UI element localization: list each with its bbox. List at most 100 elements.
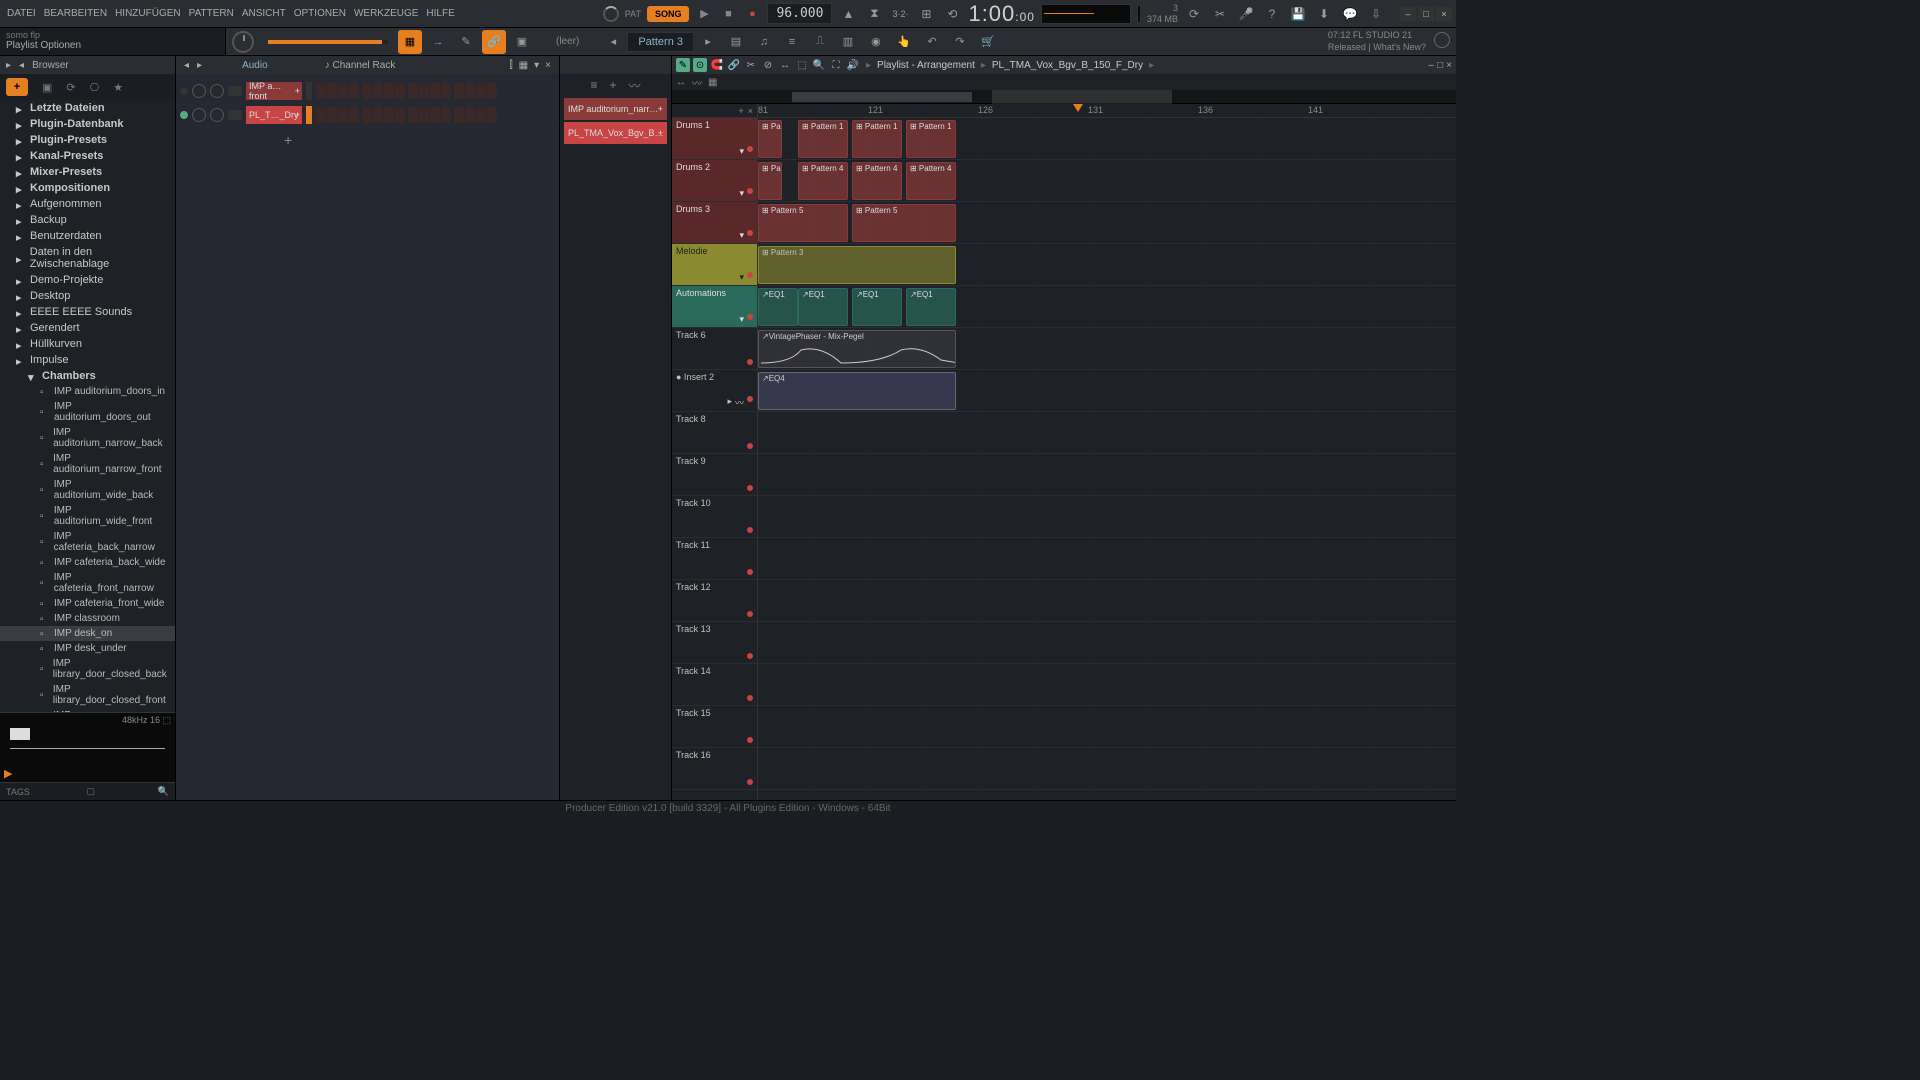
tree-folder[interactable]: ▸ Impulse [0, 352, 175, 368]
cr-menu-icon[interactable]: ▾ [534, 60, 539, 71]
tree-file[interactable]: ▫ IMP auditorium_narrow_front [0, 451, 175, 477]
tree-file[interactable]: ▫ IMP auditorium_narrow_back [0, 425, 175, 451]
track-lane[interactable]: ⊞ Pa..n 4⊞ Pattern 4⊞ Pattern 4⊞ Pattern… [758, 160, 1456, 202]
time-display[interactable]: 1:00:00 [968, 1, 1035, 27]
channel-led[interactable] [180, 87, 188, 95]
clip[interactable]: ⊞ Pattern 4 [798, 162, 848, 200]
clip[interactable]: ↗EQ1 [852, 288, 902, 326]
channel-name[interactable]: IMP a…front+ [246, 82, 302, 100]
tempo-tap-icon[interactable]: 👆 [892, 30, 916, 54]
midi-icon[interactable]: ▣ [510, 30, 534, 54]
tree-file[interactable]: ▫ IMP auditorium_wide_front [0, 503, 175, 529]
close-button[interactable]: × [1436, 7, 1452, 21]
prev-pattern-icon[interactable]: ◂ [601, 30, 625, 54]
countdown-icon[interactable]: 3·2· [890, 4, 910, 24]
tree-file[interactable]: ▫ IMP auditorium_wide_back [0, 477, 175, 503]
pl-zoom-icon[interactable]: 🔍 [812, 58, 826, 72]
overdub-icon[interactable]: ⊞ [916, 4, 936, 24]
tree-file[interactable]: ▫ IMP cafeteria_front_wide [0, 596, 175, 611]
track-lane[interactable]: ⊞ Pa..n 1⊞ Pattern 1⊞ Pattern 1⊞ Pattern… [758, 118, 1456, 160]
play-button[interactable]: ▶ [695, 5, 713, 23]
view-playlist-button[interactable]: ▦ [398, 30, 422, 54]
step-sequencer[interactable] [316, 83, 499, 99]
tree-folder[interactable]: ▸ Kanal-Presets [0, 148, 175, 164]
tools-icon[interactable]: ✂ [1210, 4, 1230, 24]
piano-roll-icon[interactable]: ♫ [752, 30, 776, 54]
stop-button[interactable]: ■ [719, 5, 737, 23]
track-header[interactable]: Track 8 [672, 412, 757, 454]
main-volume-knob[interactable] [232, 31, 254, 53]
tree-folder[interactable]: ▸ EEEE EEEE Sounds [0, 304, 175, 320]
clip[interactable]: ⊞ Pa..n 4 [758, 162, 782, 200]
download-icon[interactable]: ⇩ [1366, 4, 1386, 24]
pl-mode2-icon[interactable]: 〰 [692, 75, 702, 90]
wand-icon[interactable]: ✎ [454, 30, 478, 54]
search-icon[interactable]: 🔍 [158, 786, 169, 797]
tree-file[interactable]: ▫ IMP library_door_closed_front [0, 682, 175, 708]
channel-add-button[interactable]: + [180, 128, 555, 148]
tree-folder[interactable]: ▸ Aufgenommen [0, 196, 175, 212]
tl-add-icon[interactable]: + [738, 106, 743, 116]
globe-icon[interactable] [1434, 32, 1450, 48]
back-icon[interactable]: ◂ [19, 60, 24, 71]
tree-file[interactable]: ▫ IMP auditorium_doors_in [0, 384, 175, 399]
channel-led[interactable] [180, 111, 188, 119]
clip[interactable]: ⊞ Pattern 1 [906, 120, 956, 158]
browser-icon[interactable]: ▥ [836, 30, 860, 54]
cr-grid-icon[interactable]: ▦ [519, 60, 528, 71]
menu-tools[interactable]: WERKZEUGE [351, 6, 421, 21]
step-forward-icon[interactable]: → [426, 30, 450, 54]
track-lane[interactable] [758, 622, 1456, 664]
tree-file[interactable]: ▫ IMP cafeteria_back_wide [0, 555, 175, 570]
chat-icon[interactable]: 💬 [1340, 4, 1360, 24]
clip[interactable]: ↗EQ1 [798, 288, 848, 326]
clip[interactable]: ↗VintagePhaser - Mix-Pegel [758, 330, 956, 368]
tree-file[interactable]: ▫ IMP cafeteria_back_narrow [0, 529, 175, 555]
save-icon[interactable]: 💾 [1288, 4, 1308, 24]
track-lane[interactable] [758, 706, 1456, 748]
track-lane[interactable] [758, 412, 1456, 454]
tree-file[interactable]: ▫ IMP cafeteria_front_narrow [0, 570, 175, 596]
tree-folder[interactable]: ▸ Daten in den Zwischenablage [0, 244, 175, 272]
track-header[interactable]: Drums 1▾ [672, 118, 757, 160]
tree-file[interactable]: ▫ IMP desk_under [0, 641, 175, 656]
track-lane[interactable]: ↗EQ4 [758, 370, 1456, 412]
track-lane[interactable]: ⊞ Pattern 3 [758, 244, 1456, 286]
version-info[interactable]: 07:12 FL STUDIO 21 Released | What's New… [1320, 28, 1456, 55]
plugin-icon[interactable]: ◉ [864, 30, 888, 54]
playlist-breadcrumb[interactable]: PL_TMA_Vox_Bgv_B_150_F_Dry [992, 60, 1143, 71]
tempo-display[interactable]: 96.000 [767, 3, 832, 24]
pl-audio-icon[interactable]: 🔊 [846, 58, 860, 72]
clip[interactable]: ↗EQ1 [906, 288, 956, 326]
pl-magnet-icon[interactable]: 🧲 [710, 58, 724, 72]
pattern-item[interactable]: IMP auditorium_narr…+ [564, 98, 667, 120]
channel-select[interactable] [306, 82, 312, 100]
tags-collapse-icon[interactable]: ▢ [87, 786, 96, 797]
track-lane[interactable] [758, 748, 1456, 790]
cr-graph-icon[interactable]: ⫿ [509, 60, 512, 71]
pattern-item[interactable]: PL_TMA_Vox_Bgv_B…+ [564, 122, 667, 144]
tree-folder[interactable]: ▸ Benutzerdaten [0, 228, 175, 244]
pl-delete-icon[interactable]: ⊘ [761, 58, 775, 72]
track-lane[interactable] [758, 580, 1456, 622]
cr-close-icon[interactable]: × [545, 60, 551, 71]
tree-folder[interactable]: ▸ Demo-Projekte [0, 272, 175, 288]
mic-icon[interactable]: 🎤 [1236, 4, 1256, 24]
track-lane[interactable] [758, 538, 1456, 580]
shop-icon[interactable]: 🛒 [976, 30, 1000, 54]
channel-vol-knob[interactable] [210, 108, 224, 122]
tree-folder[interactable]: ▸ Plugin-Presets [0, 132, 175, 148]
track-header[interactable]: Melodie▾ [672, 244, 757, 286]
tree-file[interactable]: ▫ IMP library_door_closed_back [0, 656, 175, 682]
track-header[interactable]: Track 11 [672, 538, 757, 580]
pl-close-icon[interactable]: × [1446, 60, 1452, 71]
pl-full-icon[interactable]: ⛶ [829, 58, 843, 72]
channel-row[interactable]: PL_T…_Dry+ [180, 104, 555, 126]
browser-add-button[interactable]: + [6, 78, 28, 96]
pp-add-icon[interactable]: + [609, 78, 616, 92]
tree-file[interactable]: ▫ IMP desk_on [0, 626, 175, 641]
tree-file[interactable]: ▫ IMP classroom [0, 611, 175, 626]
channel-pan-knob[interactable] [192, 84, 206, 98]
minimize-button[interactable]: – [1400, 7, 1416, 21]
tree-subfolder[interactable]: ▾ Chambers [0, 368, 175, 384]
